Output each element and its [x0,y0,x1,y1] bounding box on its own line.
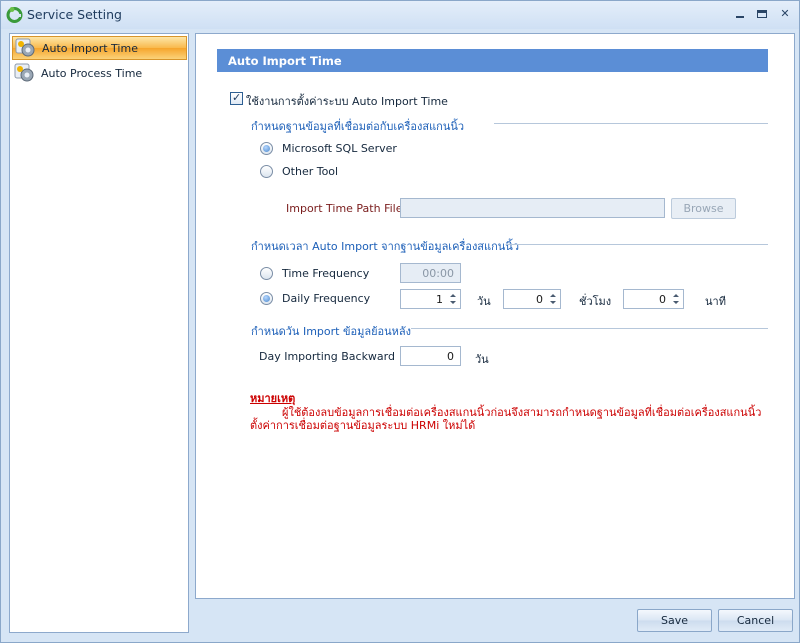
radio-daily-frequency[interactable] [260,292,273,305]
minimize-button[interactable] [733,7,747,21]
radio-label-other: Other Tool [282,165,339,178]
day-backward-label: Day Importing Backward [259,350,395,363]
radio-label-daily-frequency: Daily Frequency [282,292,371,305]
sidebar-item-label: Auto Process Time [41,67,143,80]
gear-icon [14,63,34,82]
days-value: 1 [436,293,443,306]
save-button[interactable]: Save [637,609,712,632]
title-bar: Service Setting ✕ [1,1,799,29]
sidebar-item-label: Auto Import Time [42,42,138,55]
maximize-icon [757,10,767,18]
radio-microsoft-sql-server[interactable] [260,142,273,155]
note-line-2: ตั้งค่าการเชื่อมต่อฐานข้อมูลระบบ HRMi ให… [250,419,476,432]
app-logo-icon [6,7,23,23]
stepper-arrows-icon[interactable] [548,292,558,306]
import-path-input[interactable] [400,198,665,218]
day-backward-unit: วัน [475,353,489,366]
sidebar: Auto Import Time Auto Process Time [9,33,189,633]
day-backward-input[interactable]: 0 [400,346,461,366]
hours-unit: ชั่วโมง [579,295,612,308]
window-title: Service Setting [27,7,122,22]
hours-stepper[interactable]: 0 [503,289,561,309]
group-divider [494,123,768,124]
hours-value: 0 [536,293,543,306]
gear-icon [15,38,35,57]
minutes-value: 0 [659,293,666,306]
enable-auto-import-label: ใช้งานการตั้งค่าระบบ Auto Import Time [246,95,448,108]
service-setting-window: Service Setting ✕ Auto Import Time Auto … [0,0,800,643]
sidebar-item-auto-import-time[interactable]: Auto Import Time [12,36,187,60]
check-icon: ✓ [232,91,242,104]
enable-auto-import-checkbox[interactable]: ✓ [230,91,243,105]
radio-label-sql: Microsoft SQL Server [282,142,397,155]
close-button[interactable]: ✕ [778,7,792,21]
maximize-button[interactable] [755,7,769,21]
sidebar-item-auto-process-time[interactable]: Auto Process Time [12,62,187,86]
section-header: Auto Import Time [217,49,768,72]
group-title-backward: กำหนดวัน Import ข้อมูลย้อนหลัง [251,325,411,338]
radio-label-time-frequency: Time Frequency [282,267,370,280]
note-line-1: ผู้ใช้ต้องลบข้อมูลการเชื่อมต่อเครื่องสแก… [282,406,762,419]
import-path-label: Import Time Path File [286,202,403,215]
days-unit: วัน [477,295,491,308]
days-stepper[interactable]: 1 [400,289,461,309]
main-panel: Auto Import Time ✓ ใช้งานการตั้งค่าระบบ … [195,33,795,599]
close-icon: ✕ [780,7,790,20]
group-title-database: กำหนดฐานข้อมูลที่เชื่อมต่อกับเครื่องสแกน… [251,120,465,133]
group-divider [411,328,768,329]
cancel-button[interactable]: Cancel [718,609,793,632]
minutes-stepper[interactable]: 0 [623,289,684,309]
radio-other-tool[interactable] [260,165,273,178]
time-frequency-input[interactable]: 00:00 [400,263,461,283]
group-divider [506,244,768,245]
browse-button[interactable]: Browse [671,198,736,219]
group-title-time: กำหนดเวลา Auto Import จากฐานข้อมูลเครื่อ… [251,240,519,253]
note-title: หมายเหตุ [250,392,296,405]
minutes-unit: นาที [705,295,726,308]
radio-time-frequency[interactable] [260,267,273,280]
stepper-arrows-icon[interactable] [448,292,458,306]
stepper-arrows-icon[interactable] [671,292,681,306]
minimize-icon [736,16,744,18]
